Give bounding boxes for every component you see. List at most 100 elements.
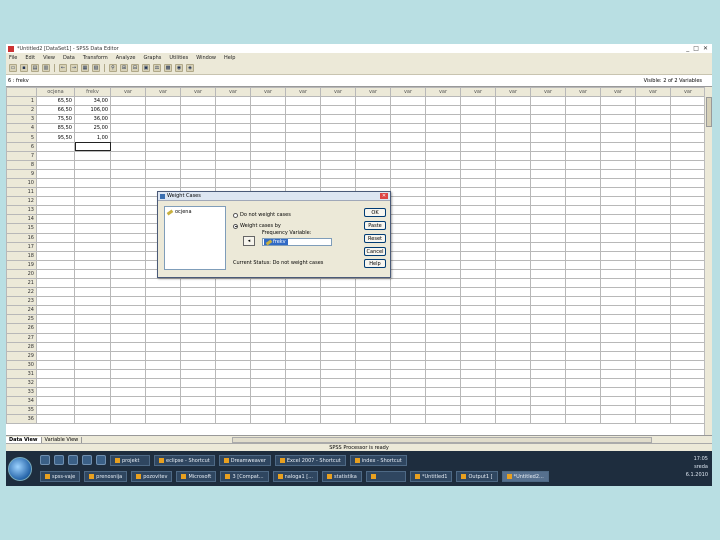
- data-cell[interactable]: [36, 341, 75, 352]
- data-cell[interactable]: [670, 123, 706, 134]
- data-cell[interactable]: 66,50: [36, 105, 75, 116]
- data-cell[interactable]: [530, 114, 566, 125]
- data-cell[interactable]: [670, 223, 706, 234]
- data-cell[interactable]: [180, 150, 216, 161]
- data-cell[interactable]: [285, 150, 321, 161]
- data-cell[interactable]: [495, 132, 531, 143]
- data-cell[interactable]: [600, 168, 636, 179]
- data-cell[interactable]: [355, 123, 391, 134]
- data-cell[interactable]: [425, 323, 461, 334]
- data-cell[interactable]: [110, 396, 146, 407]
- data-cell[interactable]: [110, 241, 146, 252]
- paste-button[interactable]: Paste: [364, 221, 386, 230]
- data-cell[interactable]: [215, 287, 251, 298]
- data-cell[interactable]: [670, 241, 706, 252]
- data-cell[interactable]: [320, 359, 356, 370]
- reset-button[interactable]: Reset: [364, 234, 386, 243]
- menu-window[interactable]: Window: [196, 55, 216, 61]
- data-cell[interactable]: [390, 314, 426, 325]
- data-cell[interactable]: [390, 177, 426, 189]
- data-cell[interactable]: [635, 214, 671, 225]
- data-cell[interactable]: [670, 277, 706, 289]
- data-cell[interactable]: [145, 314, 181, 325]
- data-cell[interactable]: [250, 277, 286, 289]
- data-cell[interactable]: [530, 141, 566, 152]
- data-cell[interactable]: [250, 323, 286, 334]
- row-number[interactable]: 1: [6, 96, 37, 107]
- data-cell[interactable]: [460, 287, 496, 298]
- data-cell[interactable]: [180, 277, 216, 289]
- data-cell[interactable]: [110, 105, 146, 116]
- data-cell[interactable]: [36, 296, 75, 307]
- data-cell[interactable]: [215, 150, 251, 161]
- quick-launch-icon[interactable]: [68, 455, 78, 465]
- data-cell[interactable]: [600, 150, 636, 161]
- row-number[interactable]: 5: [6, 132, 37, 143]
- data-cell[interactable]: [635, 205, 671, 216]
- data-cell[interactable]: [390, 268, 426, 279]
- data-cell[interactable]: [460, 132, 496, 143]
- data-cell[interactable]: [285, 296, 321, 307]
- data-cell[interactable]: [390, 214, 426, 225]
- data-cell[interactable]: [460, 187, 496, 198]
- data-cell[interactable]: [565, 159, 601, 170]
- data-cell[interactable]: [600, 123, 636, 134]
- data-cell[interactable]: [180, 350, 216, 361]
- data-cell[interactable]: [180, 114, 216, 125]
- data-cell[interactable]: [565, 187, 601, 198]
- data-cell[interactable]: [565, 141, 601, 152]
- data-cell[interactable]: [355, 168, 391, 179]
- data-cell[interactable]: [425, 96, 461, 107]
- data-cell[interactable]: [215, 323, 251, 334]
- data-cell[interactable]: 36,00: [74, 114, 111, 125]
- data-cell[interactable]: [145, 296, 181, 307]
- data-cell[interactable]: [285, 287, 321, 298]
- data-cell[interactable]: [565, 368, 601, 380]
- data-cell[interactable]: [355, 132, 391, 143]
- data-cell[interactable]: [565, 123, 601, 134]
- data-cell[interactable]: [635, 223, 671, 234]
- data-cell[interactable]: [495, 232, 531, 243]
- row-number[interactable]: 4: [6, 123, 37, 134]
- row-number[interactable]: 13: [6, 205, 37, 216]
- value-labels-icon[interactable]: ◉: [175, 64, 183, 72]
- row-number[interactable]: 29: [6, 350, 37, 361]
- data-cell[interactable]: [600, 259, 636, 270]
- data-cell[interactable]: [250, 405, 286, 416]
- data-cell[interactable]: [565, 287, 601, 298]
- data-cell[interactable]: [390, 168, 426, 179]
- data-cell[interactable]: [145, 96, 181, 107]
- row-number[interactable]: 31: [6, 368, 37, 380]
- row-number[interactable]: 9: [6, 168, 37, 179]
- data-cell[interactable]: [215, 377, 251, 389]
- data-cell[interactable]: [460, 377, 496, 389]
- column-header[interactable]: var: [215, 87, 251, 98]
- taskbar-window-button[interactable]: pozovitev: [131, 471, 173, 482]
- data-cell[interactable]: [425, 105, 461, 116]
- data-cell[interactable]: [285, 414, 321, 425]
- data-cell[interactable]: [36, 396, 75, 407]
- quick-launch-icon[interactable]: [82, 455, 92, 465]
- data-cell[interactable]: [425, 132, 461, 143]
- data-cell[interactable]: [110, 341, 146, 352]
- data-cell[interactable]: [635, 387, 671, 398]
- data-cell[interactable]: [215, 414, 251, 425]
- data-cell[interactable]: [320, 105, 356, 116]
- data-cell[interactable]: [74, 250, 111, 261]
- data-cell[interactable]: [320, 314, 356, 325]
- data-cell[interactable]: [355, 287, 391, 298]
- data-cell[interactable]: [74, 396, 111, 407]
- data-cell[interactable]: [460, 196, 496, 207]
- data-cell[interactable]: [530, 168, 566, 179]
- dialog-recall-icon[interactable]: ▥: [42, 64, 50, 72]
- data-cell[interactable]: [74, 314, 111, 325]
- data-cell[interactable]: [110, 196, 146, 207]
- data-cell[interactable]: [635, 196, 671, 207]
- row-number[interactable]: 34: [6, 396, 37, 407]
- data-cell[interactable]: [495, 323, 531, 334]
- data-cell[interactable]: [36, 250, 75, 261]
- data-cell[interactable]: [110, 168, 146, 179]
- data-cell[interactable]: [285, 341, 321, 352]
- data-cell[interactable]: [36, 150, 75, 161]
- data-cell[interactable]: [530, 177, 566, 189]
